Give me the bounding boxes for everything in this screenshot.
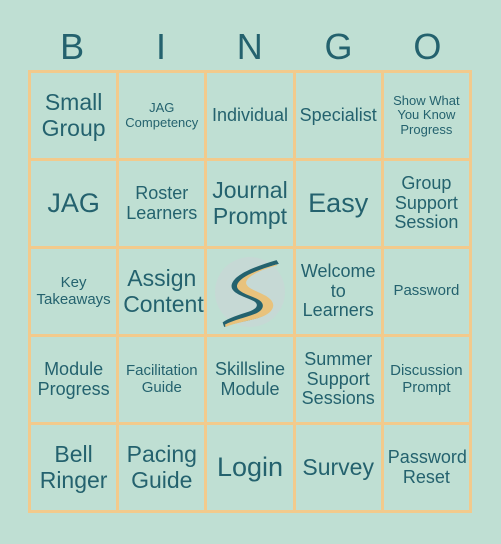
bingo-header-letter-b: B [60, 26, 85, 67]
bingo-header-letter-g: G [324, 26, 354, 67]
bingo-cell-r1-c5[interactable]: Show What You Know Progress [383, 73, 472, 161]
bingo-cell-label: Discussion Prompt [390, 362, 463, 396]
skillsline-winding-road-logo [207, 249, 292, 334]
bingo-cell-label: Small Group [41, 89, 106, 141]
bingo-cell-label: Module Progress [37, 358, 110, 399]
bingo-cell-label: Group Support Session [394, 172, 459, 233]
bingo-header-letter-n: N [236, 26, 264, 67]
bingo-card: B I N G O Small Group JAG Competency Individua… [0, 0, 501, 544]
bingo-cell-r4-c4[interactable]: Summer Support Sessions [295, 337, 384, 425]
bingo-cell-r4-c3[interactable]: Skillsline Module [207, 337, 296, 425]
bingo-cell-label: Easy [308, 187, 369, 218]
bingo-cell-r2-c2[interactable]: Roster Learners [119, 161, 208, 249]
bingo-cell-r3-c5[interactable]: Password [383, 249, 472, 337]
bingo-cell-label: Login [216, 451, 284, 482]
bingo-cell-label: Show What You Know Progress [393, 93, 460, 137]
bingo-cell-r5-c5[interactable]: Password Reset [383, 425, 472, 513]
bingo-cell-r2-c5[interactable]: Group Support Session [383, 161, 472, 249]
bingo-header-letter-o: O [413, 26, 442, 67]
bingo-cell-label: Roster Learners [126, 182, 198, 223]
bingo-cell-label: Individual [211, 104, 289, 125]
bingo-cell-label: Survey [302, 453, 374, 480]
bingo-cell-r5-c4[interactable]: Survey [295, 425, 384, 513]
bingo-cell-label: Welcome to Learners [300, 260, 376, 321]
bingo-cell-r5-c1[interactable]: Bell Ringer [31, 425, 120, 513]
bingo-cell-label: JAG [47, 187, 100, 218]
bingo-cell-r3-c2[interactable]: Assign Content [119, 249, 208, 337]
bingo-cell-r2-c4[interactable]: Easy [295, 161, 384, 249]
bingo-cell-label: Password Reset [387, 446, 467, 487]
bingo-header-row: BINGO [28, 24, 472, 70]
bingo-header-letter-i: I [155, 26, 167, 67]
bingo-cell-r5-c3[interactable]: Login [207, 425, 296, 513]
bingo-cell-r4-c1[interactable]: Module Progress [31, 337, 120, 425]
bingo-cell-r2-c1[interactable]: JAG [31, 161, 120, 249]
bingo-cell-label: Bell Ringer [39, 441, 108, 493]
bingo-cell-r4-c5[interactable]: Discussion Prompt [383, 337, 472, 425]
bingo-cell-r5-c2[interactable]: Pacing Guide [119, 425, 208, 513]
bingo-cell-label: Journal Prompt [212, 177, 288, 229]
bingo-cell-r1-c3[interactable]: Individual [207, 73, 296, 161]
bingo-cell-label: Skillsline Module [214, 358, 285, 399]
bingo-cell-label: Assign Content [123, 265, 204, 317]
bingo-cell-label: Summer Support Sessions [301, 348, 375, 409]
bingo-cell-r3-c4[interactable]: Welcome to Learners [295, 249, 384, 337]
bingo-cell-label: Specialist [299, 104, 377, 125]
bingo-cell-label: Facilitation Guide [125, 362, 198, 396]
bingo-grid: Small Group JAG Competency Individual Speci… [28, 70, 472, 513]
bingo-cell-label: JAG Competency [125, 100, 199, 130]
bingo-cell-label: Pacing Guide [126, 441, 197, 493]
bingo-cell-r4-c2[interactable]: Facilitation Guide [119, 337, 208, 425]
bingo-cell-r1-c4[interactable]: Specialist [295, 73, 384, 161]
bingo-cell-r2-c3[interactable]: Journal Prompt [207, 161, 296, 249]
bingo-cell-r1-c2[interactable]: JAG Competency [119, 73, 208, 161]
bingo-cell-label: Key Takeaways [36, 274, 111, 308]
bingo-cell-label: Password [393, 282, 460, 300]
bingo-free-space-logo-cell[interactable] [207, 249, 296, 337]
bingo-cell-r1-c1[interactable]: Small Group [31, 73, 120, 161]
bingo-cell-r3-c1[interactable]: Key Takeaways [31, 249, 120, 337]
